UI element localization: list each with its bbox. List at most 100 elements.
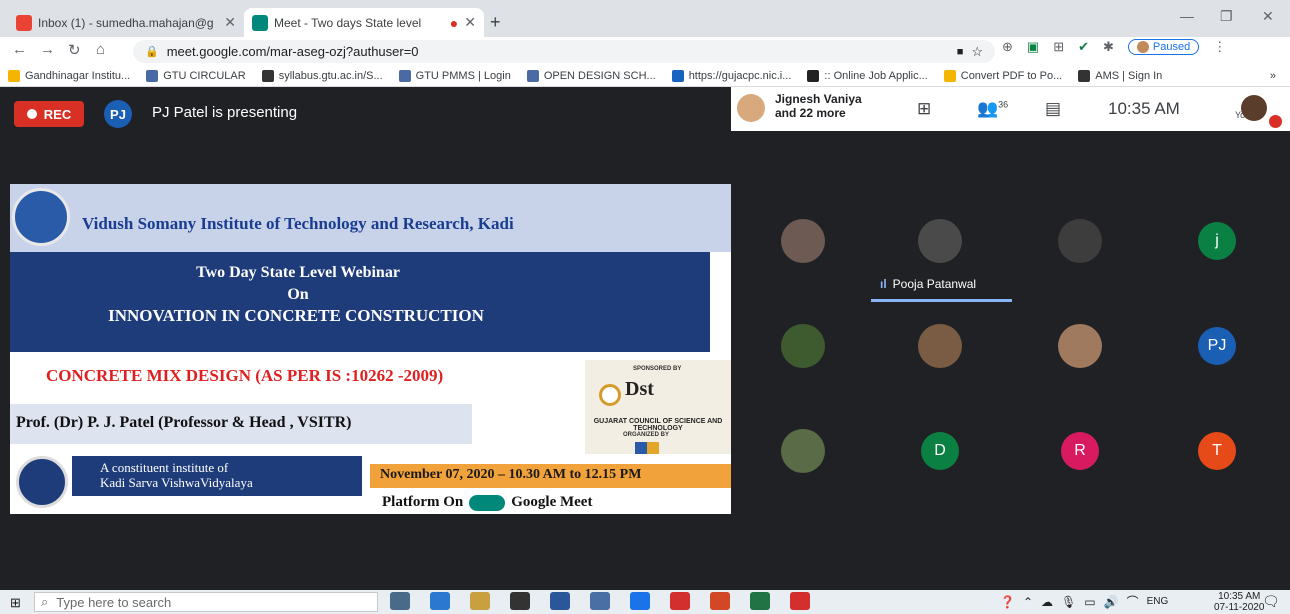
close-icon[interactable]: ✕: [464, 14, 476, 31]
webinar-date: November 07, 2020 – 10.30 AM to 12.15 PM: [370, 464, 731, 488]
participant-tile[interactable]: [918, 219, 962, 263]
new-tab-button[interactable]: +: [490, 12, 501, 33]
profile-button[interactable]: Paused: [1127, 39, 1200, 55]
sponsor-panel: SPONSORED BY Dst GUJARAT COUNCIL OF SCIE…: [585, 360, 731, 462]
taskbar-app-icon[interactable]: [390, 592, 410, 610]
participant-avatar: [737, 94, 765, 122]
participant-tile[interactable]: [781, 219, 825, 263]
address-bar[interactable]: 🔒 meet.google.com/mar-aseg-ozj?authuser=…: [133, 40, 995, 63]
language-indicator[interactable]: ENG: [1147, 596, 1169, 607]
bookmark-item[interactable]: GTU PMMS | Login: [398, 69, 511, 82]
taskbar-app-icon[interactable]: [630, 592, 650, 610]
checkmark-icon[interactable]: ✔: [1078, 39, 1089, 55]
bookmarks-overflow-icon[interactable]: »: [1270, 70, 1276, 82]
participant-initial: D: [934, 442, 946, 459]
search-placeholder: Type here to search: [56, 594, 172, 610]
bookmarks-bar: Gandhinagar Institu... GTU CIRCULAR syllab…: [0, 65, 1290, 87]
meeting-time: 10:35 AM: [1108, 99, 1180, 118]
participant-initial: R: [1074, 442, 1086, 459]
participant-tile[interactable]: [781, 429, 825, 473]
participant-tile[interactable]: j: [1198, 222, 1236, 260]
participant-more: and 22 more: [775, 106, 846, 120]
notifications-icon[interactable]: 🗨: [1262, 593, 1280, 610]
participant-tile[interactable]: PJ: [1198, 327, 1236, 365]
taskbar-app-icon[interactable]: [670, 592, 690, 610]
bookmark-item[interactable]: OPEN DESIGN SCH...: [526, 69, 656, 82]
people-icon[interactable]: 👥36: [977, 99, 1008, 119]
bookmark-item[interactable]: AMS | Sign In: [1078, 69, 1163, 82]
bookmark-icon: [1078, 69, 1091, 82]
taskbar-app-icon[interactable]: [590, 592, 610, 610]
window-close-icon[interactable]: ✕: [1262, 8, 1274, 25]
bookmark-item[interactable]: Convert PDF to Po...: [943, 69, 1062, 82]
bookmark-item[interactable]: :: Online Job Applic...: [807, 69, 928, 82]
bookmark-item[interactable]: syllabus.gtu.ac.in/S...: [261, 69, 383, 82]
extension-icon[interactable]: ▣: [1027, 39, 1039, 55]
bookmark-icon: [8, 69, 20, 82]
taskbar-app-icon[interactable]: [470, 592, 490, 610]
wifi-icon[interactable]: ⌒: [1127, 593, 1139, 610]
platform-line: Platform On Google Meet: [382, 494, 592, 511]
taskbar-time: 10:35 AM: [1218, 591, 1261, 602]
active-speaker: ıl Pooja Patanwal: [880, 277, 976, 291]
tab-title: Inbox (1) - sumedha.mahajan@g: [38, 15, 214, 30]
mic-off-icon: [1269, 115, 1282, 128]
record-icon: [26, 109, 37, 119]
windows-start-icon[interactable]: ⊞: [10, 595, 24, 610]
bookmark-item[interactable]: Gandhinagar Institu...: [8, 69, 130, 82]
mix-design-title: CONCRETE MIX DESIGN (AS PER IS :10262 -2…: [46, 366, 444, 385]
recording-badge: REC: [14, 101, 84, 127]
taskbar-search[interactable]: ⌕ Type here to search: [34, 592, 378, 612]
layout-icon[interactable]: ⊞: [917, 99, 931, 119]
participant-tile[interactable]: R: [1061, 432, 1099, 470]
forward-icon[interactable]: →: [40, 41, 55, 58]
menu-icon[interactable]: ⋮: [1213, 39, 1226, 55]
extension-icon[interactable]: ⊞: [1053, 39, 1064, 55]
tab-meet[interactable]: Meet - Two days State level ● ✕: [244, 8, 484, 37]
bookmark-item[interactable]: https://gujacpc.nic.i...: [671, 69, 792, 82]
close-icon[interactable]: ✕: [224, 14, 236, 31]
help-icon[interactable]: ❓: [1000, 595, 1015, 609]
mic-icon[interactable]: 🎙: [1061, 595, 1076, 609]
tab-inbox[interactable]: Inbox (1) - sumedha.mahajan@g ✕: [8, 8, 244, 37]
participant-tile[interactable]: D: [921, 432, 959, 470]
self-avatar[interactable]: [1241, 95, 1267, 121]
participant-tile[interactable]: [781, 324, 825, 368]
bookmark-icon: [807, 69, 820, 82]
taskbar-app-icon[interactable]: [550, 592, 570, 610]
bookmark-label: GTU PMMS | Login: [415, 69, 511, 82]
reload-icon[interactable]: ↻: [68, 41, 81, 59]
participant-tile[interactable]: [918, 324, 962, 368]
chat-icon[interactable]: ▤: [1045, 99, 1061, 119]
taskbar-clock[interactable]: 10:35 AM 07-11-2020: [1214, 591, 1264, 613]
participant-tile[interactable]: T: [1198, 432, 1236, 470]
participants-summary[interactable]: Jignesh Vaniya and 22 more: [775, 92, 862, 120]
taskbar-app-icon[interactable]: [430, 592, 450, 610]
constituent-line1: A constituent institute of: [100, 460, 229, 475]
system-tray: ❓ ⌃ ☁ 🎙 ▭ 🔊 ⌒ ENG: [1000, 593, 1168, 610]
bookmark-item[interactable]: GTU CIRCULAR: [146, 69, 246, 82]
bookmark-icon: [671, 69, 684, 82]
back-icon[interactable]: ←: [12, 41, 27, 58]
taskbar-app-icon[interactable]: [790, 592, 810, 610]
bookmark-label: https://gujacpc.nic.i...: [688, 69, 792, 82]
taskbar-app-icon[interactable]: [710, 592, 730, 610]
camera-icon[interactable]: ■: [957, 46, 964, 58]
ksv-logo: [16, 456, 68, 508]
extension-icon[interactable]: ⊕: [1002, 39, 1013, 55]
taskbar-app-icon[interactable]: [750, 592, 770, 610]
chevron-up-icon[interactable]: ⌃: [1023, 595, 1033, 609]
bookmark-label: AMS | Sign In: [1095, 69, 1163, 82]
star-icon[interactable]: ☆: [971, 44, 983, 60]
battery-icon[interactable]: ▭: [1084, 595, 1095, 609]
participant-tile[interactable]: [1058, 219, 1102, 263]
puzzle-icon[interactable]: ✱: [1103, 39, 1114, 55]
minimize-icon[interactable]: —: [1180, 8, 1194, 24]
volume-icon[interactable]: 🔊: [1104, 595, 1119, 609]
home-icon[interactable]: ⌂: [96, 41, 105, 58]
maximize-icon[interactable]: ❐: [1220, 8, 1233, 25]
participant-tile[interactable]: [1058, 324, 1102, 368]
taskbar-app-icon[interactable]: [510, 592, 530, 610]
cloud-icon[interactable]: ☁: [1041, 595, 1053, 609]
audio-level-icon: ıl: [880, 277, 887, 291]
